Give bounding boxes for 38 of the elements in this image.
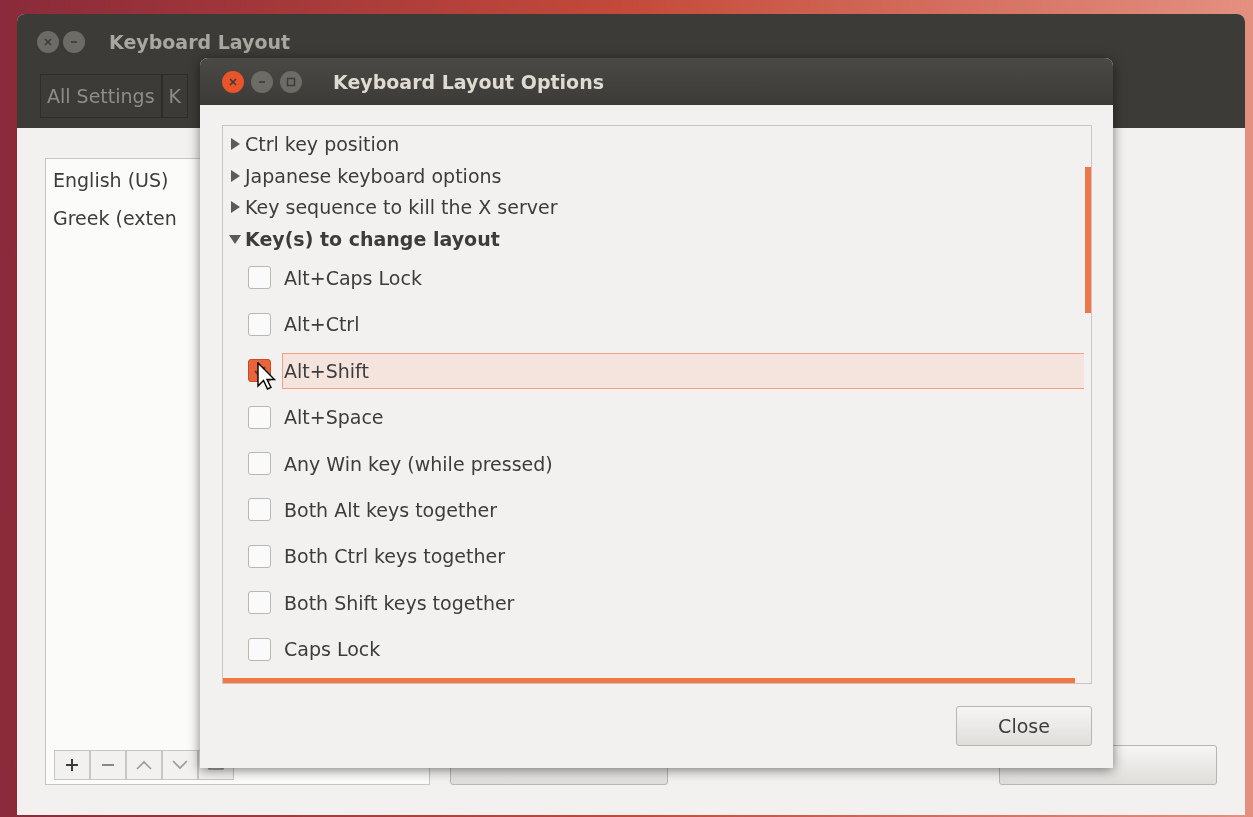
scrollbar[interactable] — [1085, 167, 1091, 313]
checkbox[interactable] — [248, 312, 271, 336]
scrollbar[interactable] — [223, 678, 1075, 683]
expander-icon[interactable] — [229, 136, 241, 151]
minimize-icon[interactable] — [251, 70, 273, 93]
checkbox[interactable] — [248, 405, 271, 429]
window-title: Keyboard Layout — [109, 31, 291, 53]
option-label[interactable]: Alt+Space — [282, 399, 1084, 436]
option-group-label[interactable]: Key(s) to change layout — [245, 227, 500, 250]
checkbox[interactable] — [248, 637, 271, 661]
checkbox[interactable] — [248, 452, 271, 475]
checkbox[interactable] — [248, 544, 271, 568]
checkbox[interactable] — [248, 266, 271, 290]
option-group-label[interactable]: Key sequence to kill the X server — [245, 196, 558, 219]
expander-icon[interactable] — [229, 168, 241, 183]
option-label[interactable]: Both Shift keys together — [282, 584, 1084, 621]
minimize-icon[interactable] — [63, 31, 85, 53]
option-label[interactable]: Any Win key (while pressed) — [282, 445, 1084, 482]
close-button[interactable]: Close — [956, 706, 1092, 746]
option-label[interactable]: Caps Lock — [282, 631, 1084, 668]
option-label[interactable]: Alt+Shift — [282, 352, 1084, 389]
maximize-icon[interactable] — [280, 70, 302, 93]
option-label[interactable]: Alt+Ctrl — [282, 306, 1084, 343]
add-icon[interactable] — [54, 750, 90, 780]
option-group-label[interactable]: Ctrl key position — [245, 132, 400, 155]
close-icon[interactable] — [222, 70, 244, 93]
checkbox[interactable] — [248, 498, 271, 522]
option-label[interactable]: Alt+Caps Lock — [282, 259, 1084, 296]
dialog-title: Keyboard Layout Options — [333, 70, 604, 93]
option-label[interactable]: Both Alt keys together — [282, 491, 1084, 528]
move-down-icon[interactable] — [162, 750, 198, 780]
mouse-pointer-icon — [257, 362, 277, 392]
option-label[interactable]: Both Ctrl keys together — [282, 538, 1084, 575]
close-icon[interactable] — [37, 31, 59, 53]
option-group-label[interactable]: Japanese keyboard options — [245, 164, 502, 187]
expander-icon[interactable] — [229, 200, 241, 215]
checkbox[interactable] — [248, 591, 271, 615]
move-up-icon[interactable] — [126, 750, 162, 780]
